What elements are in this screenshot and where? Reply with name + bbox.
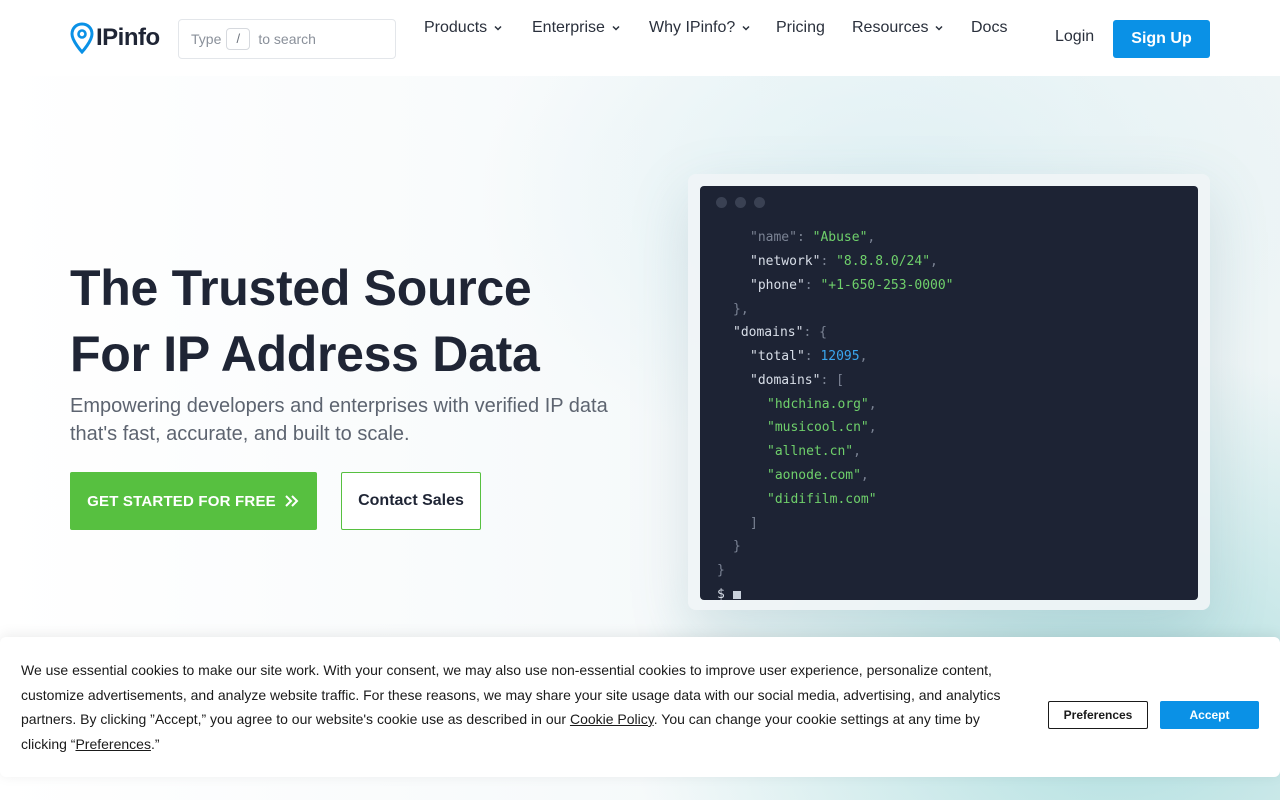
code-token: : xyxy=(820,254,837,269)
chevron-down-icon xyxy=(935,25,944,31)
code-line: "musicool.cn", xyxy=(767,418,877,438)
code-token: "total" xyxy=(750,349,805,364)
code-line: }, xyxy=(733,300,749,320)
code-token: "didifilm.com" xyxy=(767,492,877,507)
code-token: : [ xyxy=(820,373,844,388)
code-token: 12095 xyxy=(820,349,860,364)
chevron-down-icon xyxy=(612,25,620,31)
code-token: , xyxy=(868,397,877,412)
code-token: $ xyxy=(717,587,725,600)
code-token: ] xyxy=(750,516,758,531)
code-line: "domains": { xyxy=(733,323,827,343)
code-token: "musicool.cn" xyxy=(767,420,869,435)
chevron-down-icon xyxy=(742,25,750,31)
nav-item-products[interactable]: Products xyxy=(424,19,503,37)
cookie-policy-link[interactable]: Cookie Policy xyxy=(570,711,654,727)
code-line: "domains": [ xyxy=(750,371,844,391)
code-token: , xyxy=(930,254,938,269)
cookie-text: We use essential cookies to make our sit… xyxy=(21,658,1021,756)
preferences-link[interactable]: Preferences xyxy=(75,736,150,752)
nav-label: Products xyxy=(424,19,488,36)
code-line: "total": 12095, xyxy=(750,347,867,367)
search-shortcut-key: / xyxy=(226,28,251,50)
accept-button[interactable]: Accept xyxy=(1160,701,1259,729)
terminal-frame: "name": "Abuse", "network": "8.8.8.0/24",… xyxy=(688,174,1210,610)
code-line: "aonode.com", xyxy=(767,466,869,486)
search-input[interactable]: Type / to search xyxy=(178,19,396,59)
site-header: IPinfo Type / to search Products Enterpr… xyxy=(0,0,1280,76)
logo[interactable]: IPinfo xyxy=(70,22,160,54)
cookie-banner: We use essential cookies to make our sit… xyxy=(0,637,1280,777)
code-token: , xyxy=(853,444,861,459)
nav-label: Enterprise xyxy=(532,19,605,36)
code-line: "hdchina.org", xyxy=(767,395,877,415)
get-started-label: GET STARTED FOR FREE xyxy=(87,492,276,510)
nav-label: Resources xyxy=(852,19,929,36)
code-token: "phone" xyxy=(750,278,805,293)
search-suffix: to search xyxy=(258,31,316,47)
code-line: "didifilm.com" xyxy=(767,490,877,510)
login-link[interactable]: Login xyxy=(1055,28,1094,46)
hero-subtitle: Empowering developers and enterprises wi… xyxy=(70,395,608,445)
code-token: , xyxy=(860,468,869,483)
chevron-down-icon xyxy=(494,25,502,31)
signup-button[interactable]: Sign Up xyxy=(1113,20,1210,58)
search-prefix: Type xyxy=(191,31,222,47)
nav-label: Docs xyxy=(971,19,1008,36)
nav-label: Pricing xyxy=(776,19,825,36)
code-line: } xyxy=(717,561,725,581)
code-token: : { xyxy=(803,325,827,340)
nav-item-docs[interactable]: Docs xyxy=(971,19,1007,37)
code-token: "domains" xyxy=(750,373,821,388)
code-token: : xyxy=(804,349,821,364)
code-token: : xyxy=(804,278,821,293)
preferences-button[interactable]: Preferences xyxy=(1048,701,1148,729)
code-token: "+1-650-253-0000" xyxy=(820,278,954,293)
nav-label: Why IPinfo? xyxy=(649,19,736,36)
nav-item-pricing[interactable]: Pricing xyxy=(776,19,825,37)
code-token: "hdchina.org" xyxy=(767,397,869,412)
nav-item-enterprise[interactable]: Enterprise xyxy=(532,19,621,37)
code-token: "8.8.8.0/24" xyxy=(836,254,931,269)
code-line: } xyxy=(733,537,741,557)
code-token: "name": xyxy=(750,230,813,245)
nav-item-why-ipinfo[interactable]: Why IPinfo? xyxy=(649,19,751,37)
hero-title-line-2: For IP Address Data xyxy=(70,326,540,382)
code-token: "Abuse" xyxy=(812,230,868,245)
code-token: }, xyxy=(733,302,749,317)
code-line: "allnet.cn", xyxy=(767,442,861,462)
window-dot-icon xyxy=(735,197,746,208)
code-token: "allnet.cn" xyxy=(767,444,854,459)
code-line: $ xyxy=(717,585,741,600)
hero-title: The Trusted Source For IP Address Data xyxy=(70,255,670,387)
code-line: "phone": "+1-650-253-0000" xyxy=(750,276,954,296)
cookie-text-part: .” xyxy=(150,735,160,752)
hero-title-line-1: The Trusted Source xyxy=(70,260,532,316)
get-started-button[interactable]: GET STARTED FOR FREE xyxy=(70,472,317,530)
double-chevron-right-icon xyxy=(285,495,299,507)
logo-text: IPinfo xyxy=(96,24,160,51)
window-dot-icon xyxy=(754,197,765,208)
code-token: } xyxy=(733,539,741,554)
nav-item-resources[interactable]: Resources xyxy=(852,19,944,37)
code-token: "aonode.com" xyxy=(767,468,861,483)
window-dot-icon xyxy=(716,197,727,208)
code-token: } xyxy=(717,563,725,578)
code-token: "network" xyxy=(750,254,821,269)
code-line: ] xyxy=(750,514,758,534)
terminal-cursor xyxy=(732,590,741,599)
code-line: "network": "8.8.8.0/24", xyxy=(750,252,938,272)
code-line: "name": "Abuse", xyxy=(750,228,875,248)
terminal-window: "name": "Abuse", "network": "8.8.8.0/24",… xyxy=(700,186,1198,600)
location-pin-icon xyxy=(70,22,94,54)
code-token: , xyxy=(868,420,877,435)
code-token: "domains" xyxy=(733,325,804,340)
code-token: , xyxy=(867,230,876,245)
contact-sales-button[interactable]: Contact Sales xyxy=(341,472,481,530)
code-token: , xyxy=(859,349,868,364)
